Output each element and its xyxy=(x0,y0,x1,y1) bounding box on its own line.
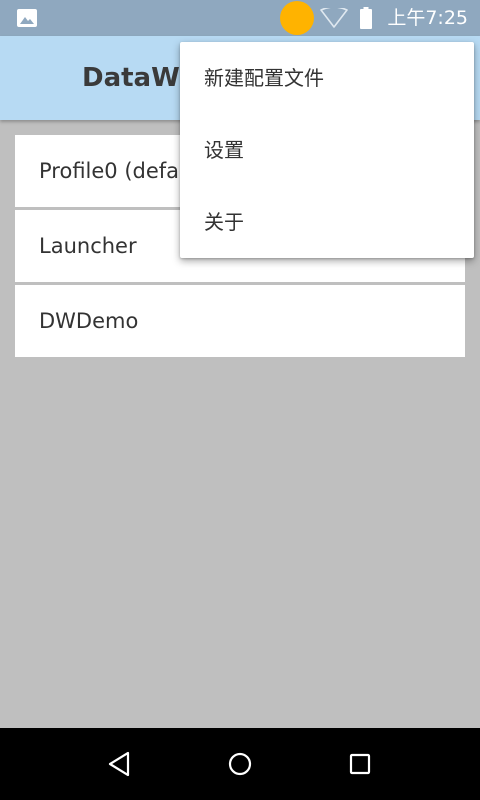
image-icon xyxy=(17,9,37,27)
menu-item-label: 设置 xyxy=(204,138,244,162)
menu-item-label: 关于 xyxy=(204,210,244,234)
recents-square-icon[interactable] xyxy=(346,750,374,778)
back-triangle-icon[interactable] xyxy=(106,750,134,778)
menu-item-about[interactable]: 关于 xyxy=(180,186,474,258)
menu-item-new-profile[interactable]: 新建配置文件 xyxy=(180,42,474,114)
home-circle-icon[interactable] xyxy=(226,750,254,778)
orange-dot-icon xyxy=(280,1,314,35)
battery-icon xyxy=(360,7,372,29)
navigation-bar xyxy=(0,728,480,800)
wifi-icon xyxy=(320,8,348,28)
menu-item-settings[interactable]: 设置 xyxy=(180,114,474,186)
profile-item-label: Launcher xyxy=(39,234,137,258)
status-bar: 上午7:25 xyxy=(0,0,480,36)
overflow-menu: 新建配置文件 设置 关于 xyxy=(180,42,474,258)
status-time: 上午7:25 xyxy=(387,7,468,29)
menu-item-label: 新建配置文件 xyxy=(204,66,324,90)
profile-item-dwdemo[interactable]: DWDemo xyxy=(15,285,465,357)
profile-item-label: DWDemo xyxy=(39,309,139,333)
